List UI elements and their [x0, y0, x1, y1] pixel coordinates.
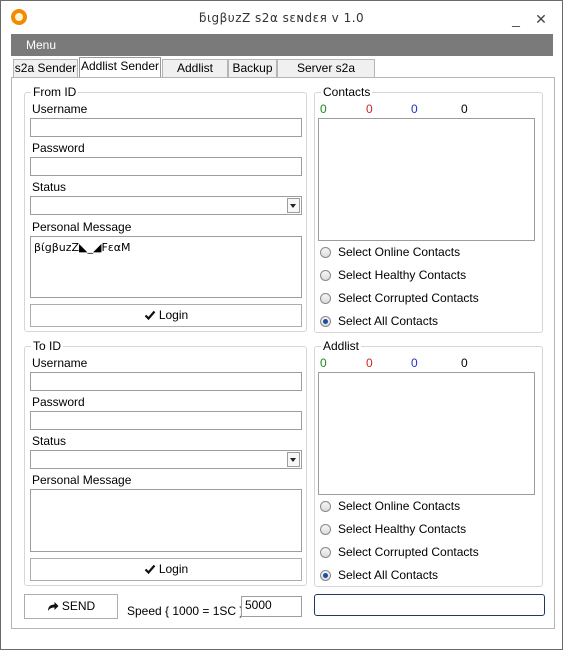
addlist-list[interactable] — [318, 372, 535, 495]
status-box — [314, 594, 545, 616]
to-status-select[interactable] — [30, 450, 302, 469]
app-window: ƃιgβυzZ s2α sεɴdεя v 1.0 _ ✕ Menu s2a Se… — [0, 0, 563, 650]
tab-addlist-sender[interactable]: Addlist Sender — [79, 57, 161, 77]
to-personal-message-label: Personal Message — [32, 473, 132, 487]
contacts-online-count: 0 — [320, 102, 327, 116]
from-username-input[interactable] — [30, 118, 302, 137]
contacts-healthy-count: 0 — [411, 102, 418, 116]
chevron-down-icon[interactable] — [287, 198, 300, 213]
minimize-button[interactable]: _ — [506, 9, 526, 29]
from-password-label: Password — [32, 141, 85, 155]
to-id-title: To ID — [31, 339, 64, 353]
contacts-list[interactable] — [318, 118, 535, 241]
from-id-panel: From ID Username Password Status Persona… — [24, 85, 307, 332]
from-status-select[interactable] — [30, 196, 302, 215]
from-username-label: Username — [32, 102, 88, 116]
contacts-radio-all[interactable]: Select All Contacts — [320, 314, 540, 330]
addlist-corrupted-count: 0 — [366, 356, 373, 370]
close-button[interactable]: ✕ — [531, 9, 551, 29]
addlist-online-count: 0 — [320, 356, 327, 370]
speed-label: Speed { 1000 = 1SC } — [127, 604, 244, 618]
addlist-radio-all[interactable]: Select All Contacts — [320, 568, 540, 584]
tab-server-s2a-sender[interactable]: Server s2a Sender — [277, 59, 375, 92]
to-login-label: Login — [158, 562, 189, 576]
from-login-label: Login — [158, 308, 189, 322]
checkmark-icon — [144, 310, 156, 321]
to-password-input[interactable] — [30, 411, 302, 430]
to-status-label: Status — [32, 434, 67, 448]
contacts-radio-corrupted[interactable]: Select Corrupted Contacts — [320, 291, 540, 307]
contacts-panel: Contacts 0 0 0 0 Select Online Contacts … — [314, 85, 543, 333]
checkmark-icon — [144, 564, 156, 575]
from-status-label: Status — [32, 180, 67, 194]
tab-addlist-fixer[interactable]: Addlist Fixer — [162, 59, 228, 92]
to-id-panel: To ID Username Password Status Personal … — [24, 339, 307, 586]
tab-backup[interactable]: Backup — [228, 59, 277, 77]
from-password-input[interactable] — [30, 157, 302, 176]
addlist-panel: Addlist 0 0 0 0 Select Online Contacts S… — [314, 339, 543, 587]
window-title: ƃιgβυzZ s2α sεɴdεя v 1.0 — [198, 11, 365, 25]
addlist-radio-corrupted[interactable]: Select Corrupted Contacts — [320, 545, 540, 561]
tab-content: From ID Username Password Status Persona… — [11, 77, 555, 629]
menu-item-menu[interactable]: Menu — [26, 38, 56, 52]
from-personal-message-input[interactable]: βίgβuzZ◣_◢FεαM — [30, 236, 302, 298]
title-bar: ƃιgβυzZ s2α sεɴdεя v 1.0 _ ✕ — [1, 1, 562, 33]
contacts-title: Contacts — [321, 85, 373, 99]
to-personal-message-input[interactable] — [30, 489, 302, 552]
speed-input[interactable]: 5000 — [241, 596, 302, 617]
addlist-healthy-count: 0 — [411, 356, 418, 370]
contacts-radio-healthy[interactable]: Select Healthy Contacts — [320, 268, 540, 284]
addlist-title: Addlist — [321, 339, 362, 353]
from-personal-message-label: Personal Message — [32, 220, 132, 234]
addlist-total-count: 0 — [461, 356, 468, 370]
from-id-title: From ID — [31, 85, 79, 99]
to-password-label: Password — [32, 395, 85, 409]
contacts-corrupted-count: 0 — [366, 102, 373, 116]
to-login-button[interactable]: Login — [30, 558, 302, 581]
to-username-label: Username — [32, 356, 88, 370]
addlist-radio-healthy[interactable]: Select Healthy Contacts — [320, 522, 540, 538]
tab-s2a-sender[interactable]: s2a Sender — [13, 59, 78, 77]
send-label: SEND — [61, 599, 96, 613]
chevron-down-icon[interactable] — [287, 452, 300, 467]
addlist-radio-online[interactable]: Select Online Contacts — [320, 499, 540, 515]
share-arrow-icon — [47, 602, 59, 611]
send-button[interactable]: SEND — [24, 594, 118, 619]
contacts-total-count: 0 — [461, 102, 468, 116]
from-login-button[interactable]: Login — [30, 304, 302, 327]
contacts-radio-online[interactable]: Select Online Contacts — [320, 245, 540, 261]
to-username-input[interactable] — [30, 372, 302, 391]
menu-bar: Menu — [11, 34, 553, 56]
